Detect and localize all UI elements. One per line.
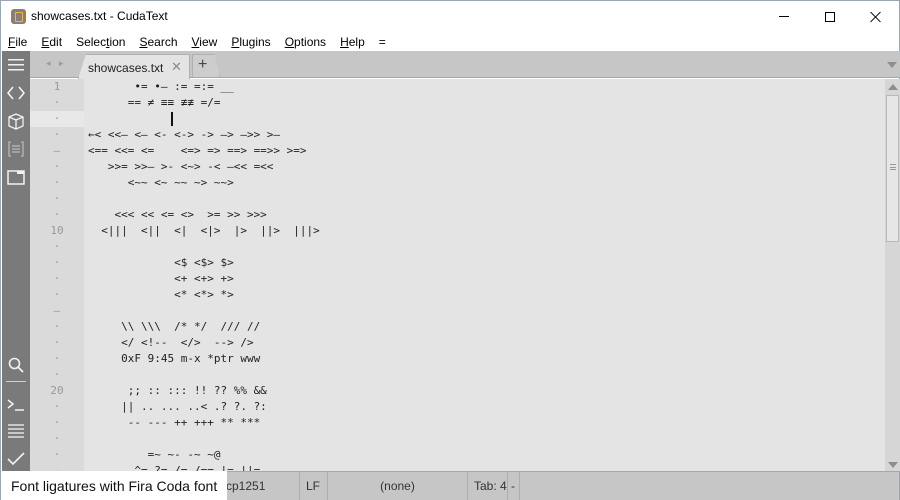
- line-number: ·: [53, 400, 61, 413]
- tabs-icon[interactable]: [6, 167, 26, 187]
- code-line[interactable]: <~~ <~ ~~ ~> ~~>: [88, 175, 234, 191]
- code-line[interactable]: ;; :: ::: !! ?? %% &&: [88, 383, 267, 399]
- tabs-menu-chevron-down-icon[interactable]: [887, 62, 897, 68]
- line-number: ·: [53, 448, 61, 461]
- line-number: ·: [53, 208, 61, 221]
- project-icon[interactable]: [6, 111, 26, 131]
- code-tree-icon[interactable]: [6, 83, 26, 103]
- grip-icon: [890, 164, 896, 170]
- sidebar-separator: [6, 381, 26, 382]
- menu-file[interactable]: File: [8, 35, 27, 49]
- menu-options[interactable]: Options: [285, 35, 326, 49]
- menu-extra[interactable]: =: [379, 35, 386, 49]
- maximize-button[interactable]: [807, 1, 853, 32]
- line-number: 10: [50, 224, 64, 237]
- code-line[interactable]: \\ \\\ /* */ /// //: [88, 319, 260, 335]
- code-line[interactable]: •= •– := =:= __: [88, 79, 233, 95]
- scroll-down-arrow-icon[interactable]: [888, 462, 898, 468]
- tab-bar: ◂ ▸ showcases.txt ✕ +: [30, 51, 900, 79]
- tab-nav-arrows[interactable]: ◂ ▸: [46, 58, 67, 69]
- snippets-icon[interactable]: [6, 139, 26, 159]
- code-line[interactable]: <$ <$> $>: [88, 255, 234, 271]
- cudatext-app-icon: [11, 9, 26, 24]
- close-icon: [870, 11, 882, 23]
- line-number: 20: [50, 384, 64, 397]
- code-line[interactable]: 0xF 9:45 m-x *ptr www: [88, 351, 260, 367]
- line-number: ·: [53, 192, 61, 205]
- line-number: ·: [53, 272, 61, 285]
- line-number: ·: [53, 176, 61, 189]
- title-bar: showcases.txt - CudaText: [1, 1, 899, 32]
- line-number-gutter: 1 · · · – · · · · 10 · · · · – · · · · 20 · · · · –: [30, 79, 84, 471]
- line-number: ·: [53, 96, 61, 109]
- code-line[interactable]: <+ <+> +>: [88, 271, 234, 287]
- status-lexer[interactable]: (none): [328, 472, 468, 500]
- validate-icon[interactable]: [6, 449, 26, 469]
- line-number: ·: [30, 111, 84, 127]
- line-number: ·: [53, 288, 61, 301]
- status-encoding[interactable]: cp1251: [220, 472, 300, 500]
- code-line[interactable]: <||| <|| <| <|> |> ||> |||>: [88, 223, 320, 239]
- tab-close-icon[interactable]: ✕: [171, 59, 182, 75]
- status-tab-size[interactable]: Tab: 4: [468, 472, 508, 500]
- line-number: –: [53, 304, 61, 317]
- close-button[interactable]: [853, 1, 899, 32]
- line-number: ·: [53, 320, 61, 333]
- code-line[interactable]: <* <*> *>: [88, 287, 234, 303]
- scroll-up-arrow-icon[interactable]: [888, 84, 898, 90]
- line-number: ·: [53, 336, 61, 349]
- code-line[interactable]: </ <!-- </> --> />: [88, 335, 253, 351]
- line-number: 1: [53, 80, 61, 93]
- line-number: ·: [53, 352, 61, 365]
- line-number: ·: [53, 128, 61, 141]
- scrollbar-thumb[interactable]: [886, 95, 899, 242]
- line-number: ·: [53, 160, 61, 173]
- code-line[interactable]: || .. ... ..< .? ?. ?:: [88, 399, 267, 415]
- minimize-icon: [779, 16, 789, 17]
- menu-help[interactable]: Help: [340, 35, 365, 49]
- search-icon[interactable]: [6, 355, 26, 375]
- cudatext-window: showcases.txt - CudaText File Edit Selec…: [0, 0, 900, 500]
- status-extra: -: [508, 472, 520, 500]
- window-title: showcases.txt - CudaText: [31, 9, 168, 23]
- caption-overlay: Font ligatures with Fira Coda font: [1, 471, 227, 500]
- output-icon[interactable]: [6, 421, 26, 441]
- status-line-ending[interactable]: LF: [300, 472, 328, 500]
- line-number: –: [53, 144, 61, 157]
- line-number: –: [53, 464, 61, 471]
- code-line[interactable]: ←< <<– <– <- <-> -> –> –>> >–: [88, 127, 280, 143]
- line-number: ·: [53, 368, 61, 381]
- plus-icon[interactable]: +: [198, 56, 207, 74]
- maximize-icon: [825, 11, 835, 22]
- code-line[interactable]: ^= ?= /= /== |= ||=: [88, 463, 260, 471]
- menu-selection[interactable]: Selection: [76, 35, 125, 49]
- code-line[interactable]: == ≠ ≡≡ ≢≢ =/=: [88, 95, 221, 111]
- menu-plugins[interactable]: Plugins: [231, 35, 270, 49]
- menu-edit[interactable]: Edit: [41, 35, 62, 49]
- line-number: ·: [53, 416, 61, 429]
- code-line[interactable]: <== <<= <= <=> => ==> ==>> >=>: [88, 143, 307, 159]
- line-number: ·: [53, 432, 61, 445]
- menu-search[interactable]: Search: [139, 35, 177, 49]
- minimize-button[interactable]: [761, 1, 807, 32]
- console-icon[interactable]: [6, 395, 26, 415]
- code-line[interactable]: =~ ~- -~ ~@: [88, 447, 221, 463]
- code-line[interactable]: >>= >>– >- <~> -< –<< =<<: [88, 159, 274, 175]
- menu-bar: File Edit Selection Search View Plugins …: [1, 32, 899, 51]
- code-line[interactable]: <<< << <= <> >= >> >>>: [88, 207, 266, 223]
- menu-icon[interactable]: [6, 55, 26, 75]
- sidebar: [2, 51, 30, 471]
- menu-view[interactable]: View: [192, 35, 218, 49]
- line-number: ·: [53, 256, 61, 269]
- line-number: ·: [53, 240, 61, 253]
- tab-label[interactable]: showcases.txt: [88, 61, 163, 75]
- code-line[interactable]: -- --- ++ +++ ** ***: [88, 415, 260, 431]
- vertical-scrollbar[interactable]: [885, 79, 900, 471]
- text-caret: [171, 112, 173, 126]
- editor-area[interactable]: 1 · · · – · · · · 10 · · · · – · · · · 20 · · · · – •= •– := =:=…: [30, 79, 885, 471]
